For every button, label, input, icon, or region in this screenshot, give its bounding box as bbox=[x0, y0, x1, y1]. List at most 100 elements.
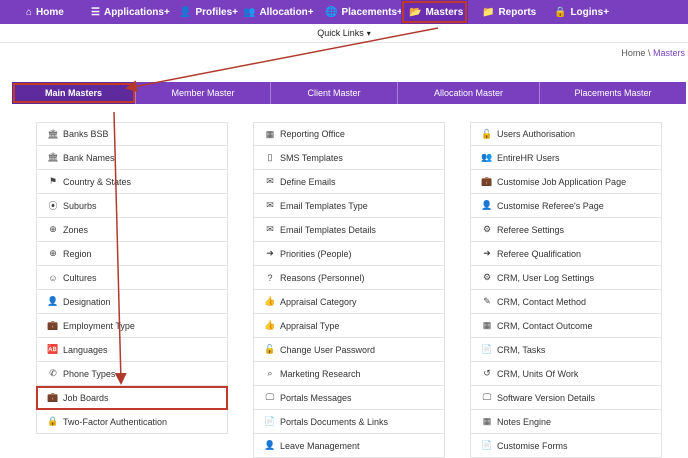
nav-logins-label: Logins+ bbox=[570, 6, 610, 18]
quick-links-toggle[interactable]: Quick Links ▾ bbox=[0, 28, 688, 38]
home-icon: ⌂ bbox=[26, 6, 33, 18]
list-item-zones[interactable]: ⊕ Zones bbox=[36, 218, 228, 242]
list-item-crm-tasks[interactable]: 📄 CRM, Tasks bbox=[470, 338, 662, 362]
list-item-crm-units-of-work[interactable]: ↺ CRM, Units Of Work bbox=[470, 362, 662, 386]
list-item-entirehr-users[interactable]: 👥 EntireHR Users bbox=[470, 146, 662, 170]
nav-profiles[interactable]: 👤 Profiles+ bbox=[179, 0, 238, 24]
users-icon: 👥 bbox=[243, 6, 256, 18]
list-item-crm-contact-method[interactable]: ✎ CRM, Contact Method bbox=[470, 290, 662, 314]
list-item-country-states[interactable]: ⚑ Country & States bbox=[36, 170, 228, 194]
list-icon: ☰ bbox=[91, 6, 100, 18]
list-item-change-user-password[interactable]: 🔓 Change User Password bbox=[253, 338, 445, 362]
list-item-portals-documents[interactable]: 📄 Portals Documents & Links bbox=[253, 410, 445, 434]
globe-icon: 🌐 bbox=[325, 6, 338, 18]
nav-home[interactable]: ⌂ Home bbox=[26, 0, 64, 24]
list-item-phone-types[interactable]: ✆ Phone Types bbox=[36, 362, 228, 386]
nav-profiles-label: Profiles+ bbox=[195, 6, 238, 18]
list-item-label: Appraisal Category bbox=[280, 296, 357, 307]
list-item-sms-templates[interactable]: ▯ SMS Templates bbox=[253, 146, 445, 170]
breadcrumb: Home \ Masters bbox=[621, 48, 685, 58]
list-item-crm-user-log[interactable]: ⚙ CRM, User Log Settings bbox=[470, 266, 662, 290]
list-item-suburbs[interactable]: ⦿ Suburbs bbox=[36, 194, 228, 218]
list-item-label: SMS Templates bbox=[280, 152, 343, 163]
list-item-appraisal-type[interactable]: 👍 Appraisal Type bbox=[253, 314, 445, 338]
tab-placements-master[interactable]: Placements Master bbox=[540, 82, 686, 104]
list-item-software-version[interactable]: 🖵 Software Version Details bbox=[470, 386, 662, 410]
nav-applications[interactable]: ☰ Applications+ bbox=[91, 0, 170, 24]
list-item-label: Two-Factor Authentication bbox=[63, 416, 168, 427]
lock-icon: 🔒 bbox=[554, 6, 567, 18]
nav-applications-label: Applications+ bbox=[103, 6, 170, 18]
user-plus-icon: 👤 bbox=[481, 200, 493, 210]
nav-logins[interactable]: 🔒 Logins+ bbox=[554, 0, 609, 24]
users-icon: 👥 bbox=[481, 152, 493, 162]
list-item-designation[interactable]: 👤 Designation bbox=[36, 290, 228, 314]
list-item-leave-management[interactable]: 👤 Leave Management bbox=[253, 434, 445, 458]
user-clock-icon: 👤 bbox=[264, 440, 276, 450]
question-circle-icon: ? bbox=[267, 272, 273, 283]
list-item-cultures[interactable]: ☺ Cultures bbox=[36, 266, 228, 290]
list-item-job-boards[interactable]: 💼 Job Boards bbox=[36, 386, 228, 410]
list-item-portals-messages[interactable]: 🖵 Portals Messages bbox=[253, 386, 445, 410]
briefcase-icon: 💼 bbox=[47, 320, 59, 330]
breadcrumb-current: Masters bbox=[652, 48, 685, 58]
breadcrumb-home[interactable]: Home bbox=[621, 48, 645, 58]
tab-allocation-master[interactable]: Allocation Master bbox=[398, 82, 540, 104]
thumbs-up-icon: 👍 bbox=[264, 320, 276, 330]
list-item-bank-names[interactable]: 🏛 Bank Names bbox=[36, 146, 228, 170]
list-item-two-factor-auth[interactable]: 🔒 Two-Factor Authentication bbox=[36, 410, 228, 434]
list-item-customise-forms[interactable]: 📄 Customise Forms bbox=[470, 434, 662, 458]
nav-masters[interactable]: 📂 Masters bbox=[401, 0, 468, 24]
search-icon: ⌕ bbox=[267, 368, 273, 378]
list-item-banks-bsb[interactable]: 🏛 Banks BSB bbox=[36, 122, 228, 146]
quick-links-label: Quick Links bbox=[317, 28, 364, 38]
bank-icon: 🏛 bbox=[47, 152, 59, 162]
list-item-label: Region bbox=[63, 248, 92, 259]
list-item-referee-settings[interactable]: ⚙ Referee Settings bbox=[470, 218, 662, 242]
masters-tabbar: Main Masters Member Master Client Master… bbox=[12, 82, 686, 104]
tab-main-masters[interactable]: Main Masters bbox=[12, 82, 136, 104]
list-item-label: Customise Forms bbox=[497, 440, 568, 451]
list-item-customise-job-application[interactable]: 💼 Customise Job Application Page bbox=[470, 170, 662, 194]
desktop-icon: 🖵 bbox=[482, 392, 492, 402]
user-icon: 👤 bbox=[47, 296, 59, 306]
list-item-label: Reporting Office bbox=[280, 129, 345, 139]
list-item-crm-contact-outcome[interactable]: ▦ CRM, Contact Outcome bbox=[470, 314, 662, 338]
list-item-reporting-office[interactable]: ▦ Reporting Office bbox=[253, 122, 445, 146]
list-item-priorities[interactable]: ➜ Priorities (People) bbox=[253, 242, 445, 266]
list-item-email-templates-type[interactable]: ✉ Email Templates Type bbox=[253, 194, 445, 218]
list-item-define-emails[interactable]: ✉ Define Emails bbox=[253, 170, 445, 194]
list-item-label: CRM, Contact Method bbox=[497, 296, 587, 307]
nav-allocation[interactable]: 👥 Allocation+ bbox=[243, 0, 314, 24]
list-item-users-authorisation[interactable]: 🔓 Users Authorisation bbox=[470, 122, 662, 146]
list-item-label: Phone Types bbox=[63, 368, 116, 379]
briefcase-icon: 💼 bbox=[481, 176, 493, 186]
list-item-referee-qualification[interactable]: ➜ Referee Qualification bbox=[470, 242, 662, 266]
list-item-region[interactable]: ⊕ Region bbox=[36, 242, 228, 266]
nav-placements[interactable]: 🌐 Placements+ bbox=[325, 0, 403, 24]
list-item-label: CRM, Units Of Work bbox=[497, 368, 579, 379]
envelope-icon: ✉ bbox=[266, 176, 274, 186]
list-item-customise-referee-page[interactable]: 👤 Customise Referee's Page bbox=[470, 194, 662, 218]
list-item-languages[interactable]: 🆎 Languages bbox=[36, 338, 228, 362]
list-item-label: Reasons (Personnel) bbox=[280, 272, 365, 283]
tab-client-master[interactable]: Client Master bbox=[271, 82, 398, 104]
list-item-label: Define Emails bbox=[280, 176, 336, 187]
nav-reports[interactable]: 📁 Reports bbox=[482, 0, 536, 24]
list-item-marketing-research[interactable]: ⌕ Marketing Research bbox=[253, 362, 445, 386]
top-navbar: ⌂ Home ☰ Applications+ 👤 Profiles+ 👥 All… bbox=[0, 0, 688, 24]
list-item-employment-type[interactable]: 💼 Employment Type bbox=[36, 314, 228, 338]
list-item-label: Cultures bbox=[63, 272, 97, 283]
breadcrumb-separator: \ bbox=[647, 48, 651, 58]
nav-masters-label: Masters bbox=[425, 6, 464, 18]
nav-home-label: Home bbox=[36, 6, 64, 18]
list-item-label: Customise Job Application Page bbox=[497, 176, 627, 187]
thumbs-up-icon: 👍 bbox=[264, 296, 276, 306]
list-item-notes-engine[interactable]: ▦ Notes Engine bbox=[470, 410, 662, 434]
list-item-appraisal-category[interactable]: 👍 Appraisal Category bbox=[253, 290, 445, 314]
list-item-reasons[interactable]: ? Reasons (Personnel) bbox=[253, 266, 445, 290]
list-item-email-templates-details[interactable]: ✉ Email Templates Details bbox=[253, 218, 445, 242]
tab-member-master[interactable]: Member Master bbox=[136, 82, 271, 104]
list-item-label: Priorities (People) bbox=[280, 248, 352, 259]
list-item-label: Suburbs bbox=[63, 200, 97, 211]
